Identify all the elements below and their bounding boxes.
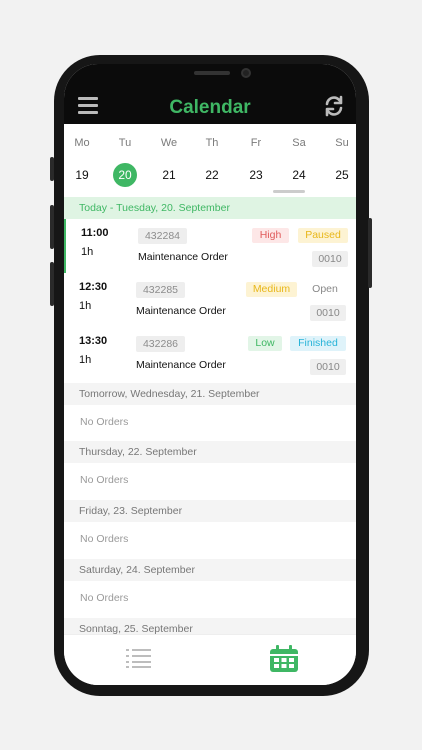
phone-volume-up — [50, 205, 54, 249]
day-section-header: Tomorrow, Wednesday, 21. September — [64, 383, 356, 405]
priority-badge: High — [252, 228, 289, 243]
day-section-header: Saturday, 24. September — [64, 559, 356, 581]
priority-badge: Medium — [246, 282, 297, 297]
order-time: 12:30 — [79, 281, 108, 293]
order-card[interactable]: 12:30 1h 432285 Maintenance Order Medium… — [64, 273, 356, 327]
order-title: Maintenance Order — [136, 359, 226, 371]
status-badge: Finished — [290, 336, 346, 351]
day-20-selected[interactable]: 20 — [113, 163, 137, 187]
order-card[interactable]: 13:30 1h 432286 Maintenance Order Low Fi… — [64, 327, 356, 381]
weekday-label: Mo — [74, 137, 90, 149]
weekday-label: Tu — [118, 137, 132, 149]
order-code: 0010 — [310, 305, 346, 321]
app-screen: Calendar Mo Tu We Th Fr Sa Su 19 20 21 2… — [64, 64, 356, 685]
order-card[interactable]: 11:00 1h 432284 Maintenance Order High P… — [64, 219, 356, 273]
no-orders-text: No Orders — [64, 582, 356, 615]
day-section-header: Thursday, 22. September — [64, 441, 356, 463]
today-section-header: Today - Tuesday, 20. September — [64, 197, 356, 219]
priority-badge: Low — [248, 336, 282, 351]
list-icon[interactable] — [126, 648, 152, 668]
no-orders-text: No Orders — [64, 464, 356, 497]
order-time: 11:00 — [81, 227, 109, 239]
order-code: 0010 — [312, 251, 348, 267]
order-id: 432286 — [136, 336, 185, 352]
order-id: 432284 — [138, 228, 187, 244]
week-strip: Mo Tu We Th Fr Sa Su 19 20 21 22 23 24 2… — [64, 124, 356, 199]
weekday-label: Su — [335, 137, 349, 149]
bottom-tab-bar — [64, 634, 356, 685]
order-duration: 1h — [81, 246, 94, 258]
day-24[interactable]: 24 — [287, 163, 311, 187]
order-time: 13:30 — [79, 335, 108, 347]
day-25[interactable]: 25 — [330, 163, 354, 187]
order-duration: 1h — [79, 354, 92, 366]
refresh-icon[interactable] — [323, 95, 345, 117]
calendar-icon[interactable] — [269, 645, 299, 673]
order-duration: 1h — [79, 300, 92, 312]
order-id: 432285 — [136, 282, 185, 298]
day-19[interactable]: 19 — [70, 163, 94, 187]
no-orders-text: No Orders — [64, 523, 356, 556]
status-badge: Open — [312, 283, 338, 295]
day-23[interactable]: 23 — [244, 163, 268, 187]
no-orders-text: No Orders — [64, 406, 356, 439]
weekday-label: Sa — [292, 137, 306, 149]
phone-power-button — [368, 218, 372, 288]
status-badge: Paused — [298, 228, 348, 243]
order-title: Maintenance Order — [136, 305, 226, 317]
weekday-label: We — [160, 137, 178, 149]
weekday-label: Th — [205, 137, 219, 149]
order-title: Maintenance Order — [138, 251, 228, 263]
day-section-header: Friday, 23. September — [64, 500, 356, 522]
top-app-bar: Calendar — [64, 64, 356, 124]
phone-volume-down — [50, 262, 54, 306]
page-title: Calendar — [169, 97, 251, 118]
day-22[interactable]: 22 — [200, 163, 224, 187]
phone-side-button — [50, 157, 54, 181]
day-21[interactable]: 21 — [157, 163, 181, 187]
phone-speaker — [194, 71, 230, 75]
weekday-label: Fr — [250, 137, 262, 149]
order-code: 0010 — [310, 359, 346, 375]
phone-camera — [241, 68, 251, 78]
week-scroll-indicator — [273, 190, 305, 193]
